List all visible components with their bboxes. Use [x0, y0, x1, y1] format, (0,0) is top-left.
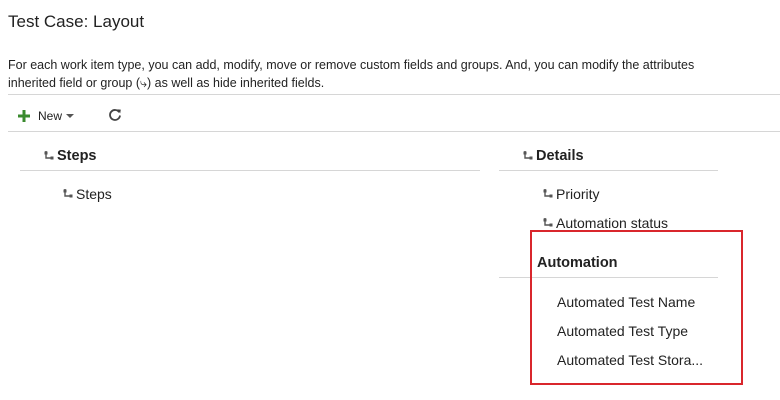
description-line-2: inherited field or group (⤷) as well as …	[8, 76, 325, 90]
refresh-icon[interactable]	[108, 108, 122, 122]
highlight-box	[530, 230, 743, 385]
group-details[interactable]: Details	[523, 148, 584, 164]
description-line-1: For each work item type, you can add, mo…	[8, 58, 695, 72]
field-priority-label: Priority	[556, 186, 600, 202]
inherited-icon	[543, 218, 553, 227]
toolbar-divider	[8, 131, 780, 132]
inherited-icon	[63, 189, 73, 198]
field-steps-label: Steps	[76, 186, 112, 202]
group-details-divider	[499, 170, 718, 171]
group-steps-divider	[20, 170, 480, 171]
group-steps[interactable]: Steps	[44, 148, 97, 164]
plus-icon	[18, 110, 30, 122]
new-button-label: New	[38, 109, 63, 123]
page-title: Test Case: Layout	[8, 12, 145, 31]
inherited-icon	[543, 189, 553, 198]
page-description: For each work item type, you can add, mo…	[8, 56, 694, 92]
header-divider	[8, 94, 780, 95]
chevron-down-icon	[66, 114, 75, 118]
field-priority[interactable]: Priority	[543, 186, 600, 202]
inherited-icon	[44, 151, 54, 160]
group-details-label: Details	[536, 148, 584, 164]
field-automation-status-label: Automation status	[556, 215, 669, 231]
field-automation-status[interactable]: Automation status	[543, 215, 668, 231]
layout-page: Test Case: Layout For each work item typ…	[0, 0, 780, 400]
field-steps[interactable]: Steps	[63, 186, 112, 202]
group-steps-label: Steps	[57, 148, 97, 164]
new-button[interactable]: New	[18, 107, 75, 125]
inherited-icon	[523, 151, 533, 160]
